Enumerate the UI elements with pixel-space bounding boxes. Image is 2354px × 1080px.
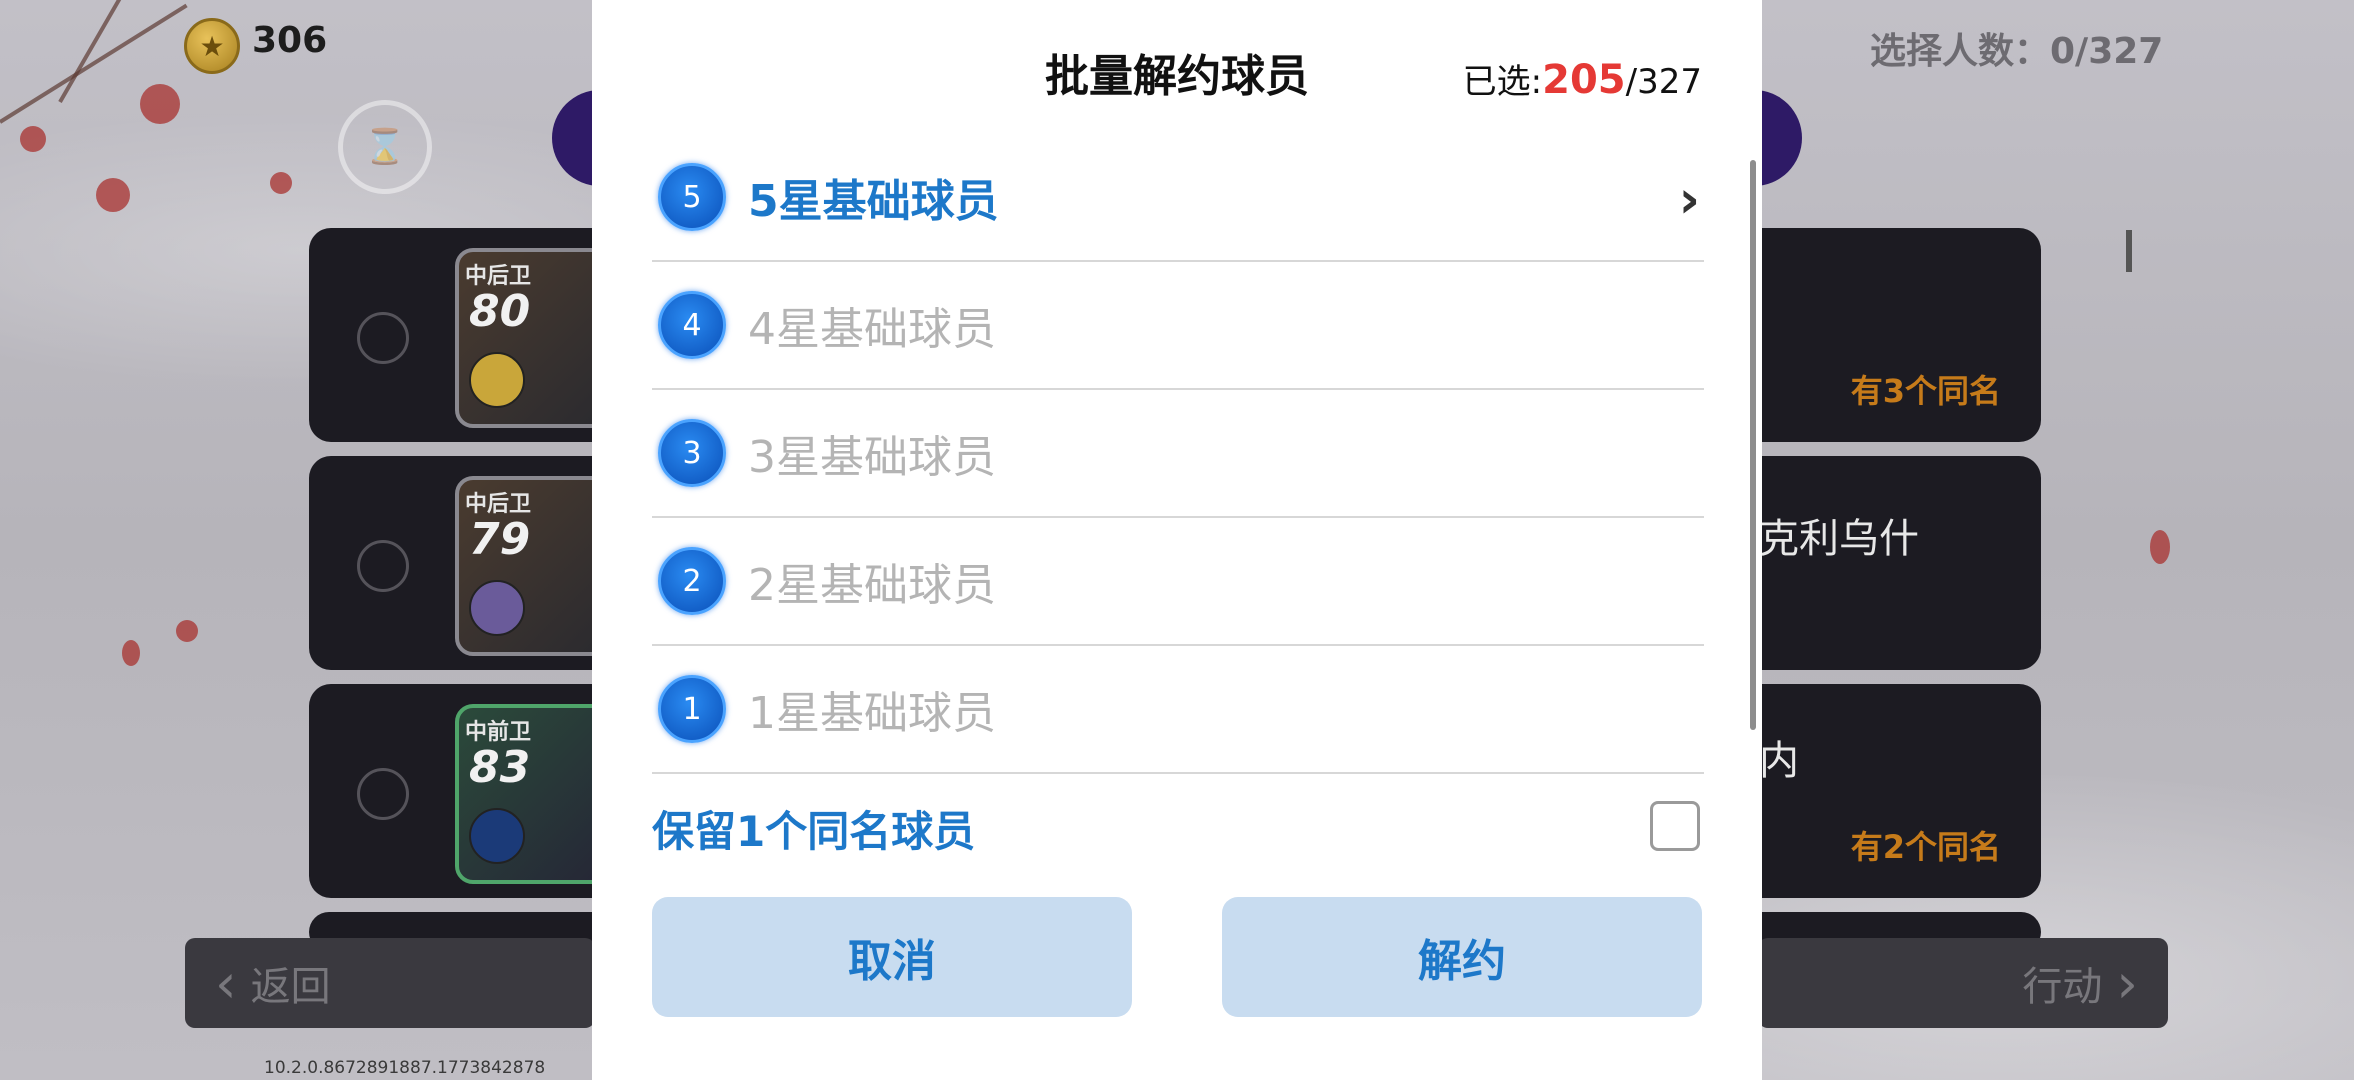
duplicate-count: 有2个同名 xyxy=(1850,828,2001,866)
option-label: 4星基础球员 xyxy=(748,304,996,355)
player-rating: 83 xyxy=(469,742,531,793)
player-name: 内 xyxy=(1759,738,1799,784)
list-scroll-indicator[interactable] xyxy=(2126,230,2132,272)
action-label: 行动 xyxy=(2022,964,2103,1010)
star-rank-icon: 3 xyxy=(658,419,726,487)
player-photo: 中前卫 83 xyxy=(455,704,613,884)
option-label: 5星基础球员 xyxy=(748,176,999,227)
star-rank-icon: 2 xyxy=(658,547,726,615)
select-radio[interactable] xyxy=(357,312,409,364)
star-rank-icon: 1 xyxy=(658,675,726,743)
back-label: 返回 xyxy=(250,964,331,1010)
selected-total: /327 xyxy=(1625,62,1702,102)
club-badge-icon xyxy=(469,352,525,408)
duplicate-count: 有3个同名 xyxy=(1850,372,2001,410)
player-rating: 79 xyxy=(469,514,531,565)
player-photo: 中后卫 79 xyxy=(455,476,613,656)
coin-icon: ★ xyxy=(184,18,240,74)
select-radio[interactable] xyxy=(357,540,409,592)
action-button[interactable]: 行动 › xyxy=(1758,938,2168,1028)
select-count-label: 选择人数：0/327 xyxy=(1870,31,2164,72)
coin-balance: 306 xyxy=(252,20,328,61)
player-rating: 80 xyxy=(469,286,531,337)
chevron-right-icon: › xyxy=(2116,951,2138,1015)
player-photo: 中后卫 80 xyxy=(455,248,613,428)
cancel-button[interactable]: 取消 xyxy=(652,897,1132,1017)
hourglass-icon[interactable]: ⌛ xyxy=(338,100,432,194)
star-filter-list: 5 5星基础球员 › 4 4星基础球员 3 3星基础球员 2 2星基础球员 1 … xyxy=(652,134,1704,774)
star-rank-icon: 4 xyxy=(658,291,726,359)
option-2-star[interactable]: 2 2星基础球员 xyxy=(652,518,1704,646)
option-4-star[interactable]: 4 4星基础球员 xyxy=(652,262,1704,390)
selected-prefix: 已选: xyxy=(1462,62,1543,102)
option-5-star[interactable]: 5 5星基础球员 › xyxy=(652,134,1704,262)
keep-duplicate-option[interactable]: 保留1个同名球员 xyxy=(652,790,1704,866)
option-1-star[interactable]: 1 1星基础球员 xyxy=(652,646,1704,774)
selected-count: 205 xyxy=(1542,57,1626,103)
dialog-scrollbar[interactable] xyxy=(1750,160,1756,730)
keep-duplicate-checkbox[interactable] xyxy=(1650,801,1700,851)
select-radio[interactable] xyxy=(357,768,409,820)
release-button[interactable]: 解约 xyxy=(1222,897,1702,1017)
chevron-left-icon: ‹ xyxy=(215,951,237,1015)
keep-duplicate-label: 保留1个同名球员 xyxy=(652,806,976,856)
bulk-release-dialog: 批量解约球员 已选:205/327 5 5星基础球员 › 4 4星基础球员 3 … xyxy=(592,0,1762,1080)
club-badge-icon xyxy=(469,808,525,864)
option-label: 2星基础球员 xyxy=(748,560,996,611)
option-3-star[interactable]: 3 3星基础球员 xyxy=(652,390,1704,518)
chevron-right-icon: › xyxy=(1678,170,1700,230)
club-badge-icon xyxy=(469,580,525,636)
option-label: 3星基础球员 xyxy=(748,432,996,483)
player-name: 克利乌什 xyxy=(1759,516,1919,562)
option-label: 1星基础球员 xyxy=(748,688,996,739)
selected-counter: 已选:205/327 xyxy=(1463,54,1702,103)
back-button[interactable]: ‹ 返回 xyxy=(185,938,595,1028)
star-rank-icon: 5 xyxy=(658,163,726,231)
version-text: 10.2.0.8672891887.1773842878 xyxy=(264,1058,546,1078)
